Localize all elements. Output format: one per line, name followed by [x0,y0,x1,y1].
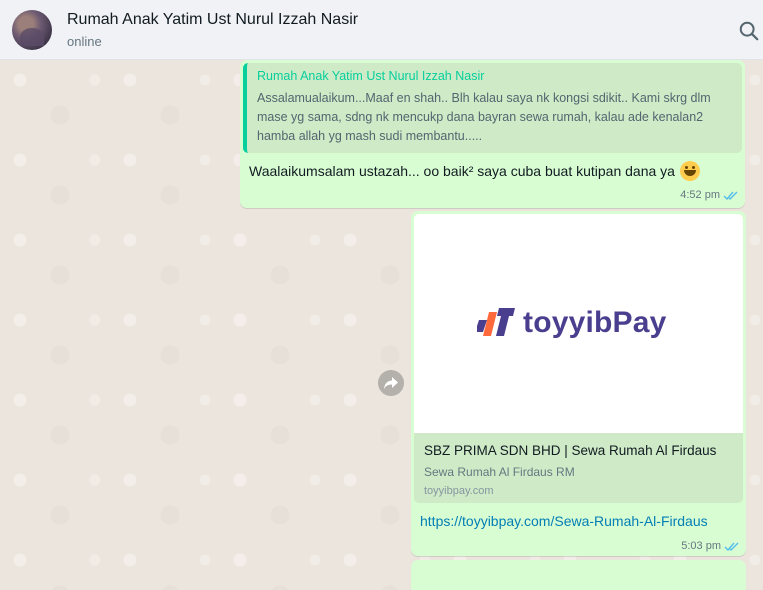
toyyibpay-mark-icon [477,308,515,336]
double-check-icon [724,542,739,551]
message-bubble-outgoing[interactable]: toyyibPay SBZ PRIMA SDN BHD | Sewa Rumah… [411,211,746,556]
quoted-text: Assalamualaikum...Maaf en shah.. Blh kal… [257,91,711,143]
contact-status: online [67,34,102,49]
link-preview-description: Sewa Rumah Al Firdaus RM [424,465,575,479]
quoted-message[interactable]: Rumah Anak Yatim Ust Nurul Izzah Nasir A… [243,63,742,153]
link-preview-details[interactable]: SBZ PRIMA SDN BHD | Sewa Rumah Al Firdau… [414,433,743,503]
message-link[interactable]: https://toyyibpay.com/Sewa-Rumah-Al-Fird… [420,513,708,529]
message-meta: 5:03 pm [681,540,740,552]
contact-avatar[interactable] [12,10,52,50]
forward-icon[interactable] [378,370,404,396]
message-time: 4:52 pm [680,189,720,201]
message-time: 5:03 pm [681,540,721,552]
search-icon[interactable] [738,20,762,44]
link-preview-title: SBZ PRIMA SDN BHD | Sewa Rumah Al Firdau… [424,443,717,458]
message-bubble-outgoing[interactable]: Rumah Anak Yatim Ust Nurul Izzah Nasir A… [240,60,745,208]
message-bubble-outgoing[interactable] [411,560,746,590]
chat-header: Rumah Anak Yatim Ust Nurul Izzah Nasir o… [0,0,763,60]
toyyibpay-logo: toyyibPay [477,306,667,340]
message-meta: 4:52 pm [680,189,739,201]
link-preview-image[interactable]: toyyibPay [414,214,743,433]
grinning-face-emoji [679,161,700,181]
contact-name[interactable]: Rumah Anak Yatim Ust Nurul Izzah Nasir [67,11,358,29]
logo-wordmark: toyyibPay [523,306,667,339]
message-text: Waalaikumsalam ustazah... oo baik² saya … [249,163,675,179]
link-preview-domain: toyyibpay.com [424,485,494,497]
double-check-icon [723,191,738,200]
message-text-row: Waalaikumsalam ustazah... oo baik² saya … [249,161,700,181]
quoted-author: Rumah Anak Yatim Ust Nurul Izzah Nasir [257,69,485,83]
